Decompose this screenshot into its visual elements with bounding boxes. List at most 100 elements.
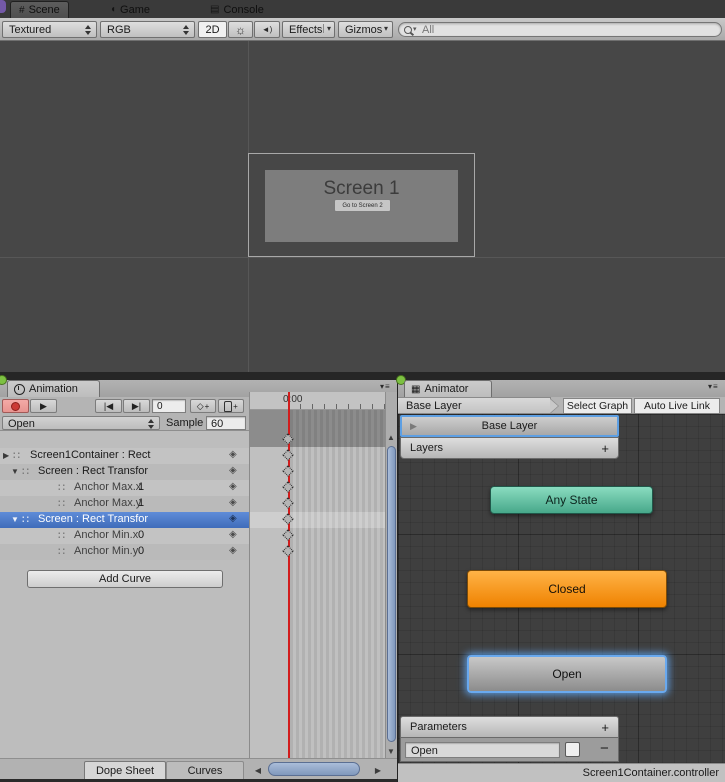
keyframe-diamond-icon[interactable]: ◈ [229,545,237,556]
remove-parameter-button[interactable]: − [600,740,609,757]
collapse-arrow-icon[interactable]: ▶ [3,451,9,460]
unity-editor-window: # Scene ◖ Game ▤ Console Textured RGB 2D… [0,0,725,782]
last-keyframe-button[interactable]: ▶| [123,399,150,413]
ruler-ticks [288,404,385,409]
animator-panel-menu-icon[interactable]: ▾≡ [708,382,719,391]
state-open-selected[interactable]: Open [467,655,667,693]
select-graph-button[interactable]: Select Graph [563,398,632,414]
scroll-left-button[interactable]: ◀ [252,763,264,777]
scroll-down-button[interactable]: ▼ [385,744,397,758]
rect-transform-icon: ∷ [13,449,20,462]
anim-row-anchor-min-x[interactable]: ∷ Anchor Min.x 0 ◈ [0,528,250,544]
vertical-scrollbar-thumb[interactable] [387,446,396,742]
horizontal-scrollbar-thumb[interactable] [268,762,360,776]
tab-console[interactable]: ▤ Console [204,1,270,18]
keyframe-diamond-icon[interactable]: ◈ [229,497,237,508]
scene-grid-icon: # [19,5,25,16]
rect-transform-icon: ∷ [58,481,65,494]
search-input[interactable]: ▾ All [398,22,722,37]
speaker-icon: ◄) [262,25,273,34]
keyframe-diamond-icon[interactable]: ◈ [229,529,237,540]
effects-dropdown[interactable]: Effects ▾ [282,21,335,38]
window-handle-icon [0,0,6,13]
add-event-button[interactable]: + [218,399,244,413]
rect-transform-icon: ∷ [58,545,65,558]
search-placeholder: All [422,24,434,36]
anim-row-anchor-max-x[interactable]: ∷ Anchor Max.x 1 ◈ [0,480,250,496]
first-keyframe-button[interactable]: |◀ [95,399,122,413]
parameter-bool-checkbox[interactable] [565,742,580,757]
add-parameter-button[interactable]: + [601,720,609,735]
panel-separator [0,372,725,380]
record-icon [11,402,20,411]
anim-row-anchor-min-y[interactable]: ∷ Anchor Min.y 0 ◈ [0,544,250,560]
last-frame-icon: ▶| [132,401,141,412]
parameters-header[interactable]: Parameters + [400,716,619,738]
render-mode-dropdown[interactable]: RGB [100,21,195,38]
scroll-right-button[interactable]: ▶ [372,763,384,777]
add-layer-button[interactable]: + [601,441,609,456]
add-keyframe-button[interactable]: ◇ + [190,399,216,413]
keyframe-diamond-icon[interactable]: ◈ [229,481,237,492]
tab-scene[interactable]: # Scene [10,1,69,18]
clock-icon [14,384,25,395]
auto-live-link-button[interactable]: Auto Live Link [634,398,720,414]
record-button[interactable] [2,399,29,413]
event-marker-icon [224,401,232,412]
breadcrumb[interactable]: Base Layer [398,397,551,414]
controller-path: Screen1Container.controller [583,767,719,779]
collapse-arrow-icon[interactable]: ▼ [11,515,19,524]
layer-item-base-layer[interactable]: ▶ Base Layer [400,415,619,437]
clip-selector-dropdown[interactable]: Open [2,416,160,430]
dopesheet-stripes [290,410,385,758]
sample-label: Sample [166,417,203,429]
scroll-up-button[interactable]: ▲ [385,430,397,444]
game-icon: ◖ [110,4,116,15]
anim-row-anchor-max-y[interactable]: ∷ Anchor Max.y 1 ◈ [0,496,250,512]
frame-number-input[interactable]: 0 [152,399,186,413]
chevron-down-icon: ▾ [323,24,331,33]
animator-icon: ▦ [411,384,420,395]
anim-row-screen1container[interactable]: ▶ ∷ Screen1Container : Rect ◈ [0,448,250,464]
tab-game[interactable]: ◖ Game [104,1,156,18]
tab-curves[interactable]: Curves [166,761,244,779]
search-filter-caret-icon: ▾ [413,25,417,33]
rect-transform-icon: ∷ [22,465,29,478]
rect-transform-icon: ∷ [58,529,65,542]
screen1-title: Screen 1 [265,178,458,200]
anim-row-screen-rect-1[interactable]: ▼ ∷ Screen : Rect Transfor ◈ [0,464,250,480]
add-curve-button[interactable]: Add Curve [27,570,223,588]
parameter-name-input[interactable]: Open [405,742,560,758]
timeline-ruler[interactable]: 0:00 [250,392,385,410]
layers-header[interactable]: Layers + [400,437,619,459]
playhead[interactable] [288,392,290,758]
2d-toggle-button[interactable]: 2D [198,21,227,38]
anim-row-screen-rect-2-selected[interactable]: ▼ ∷ Screen : Rect Transfor ◈ [0,512,250,528]
keyframe-diamond-icon[interactable]: ◈ [229,465,237,476]
play-button[interactable]: ▶ [30,399,57,413]
chevron-down-icon: ▾ [384,24,388,33]
animation-panel-menu-icon[interactable]: ▾≡ [380,382,391,391]
scene-grid-hline [0,257,725,258]
shading-mode-dropdown[interactable]: Textured [2,21,97,38]
status-bar: Screen1Container.controller [398,763,725,782]
dopesheet-summary-band [250,410,385,447]
play-icon: ▶ [40,401,47,412]
tab-animator[interactable]: ▦ Animator [404,380,492,397]
collapse-arrow-icon[interactable]: ▼ [11,467,19,476]
updown-arrows-icon [148,419,155,429]
sample-rate-input[interactable]: 60 [206,416,246,430]
sun-icon: ☼ [235,23,246,37]
keyframe-diamond-icon[interactable]: ◈ [229,513,237,524]
updown-arrows-icon [85,25,92,35]
go-to-screen2-button[interactable]: Go to Screen 2 [334,199,391,212]
lighting-toggle-button[interactable]: ☼ [228,21,253,38]
keyframe-diamond-icon[interactable]: ◈ [229,449,237,460]
dopesheet-selected-band [250,512,385,528]
tab-dope-sheet[interactable]: Dope Sheet [84,761,166,779]
state-closed[interactable]: Closed [467,570,667,608]
audio-toggle-button[interactable]: ◄) [254,21,280,38]
tab-animation[interactable]: Animation [7,380,100,397]
gizmos-dropdown[interactable]: Gizmos ▾ [338,21,393,38]
state-any-state[interactable]: Any State [490,486,653,514]
